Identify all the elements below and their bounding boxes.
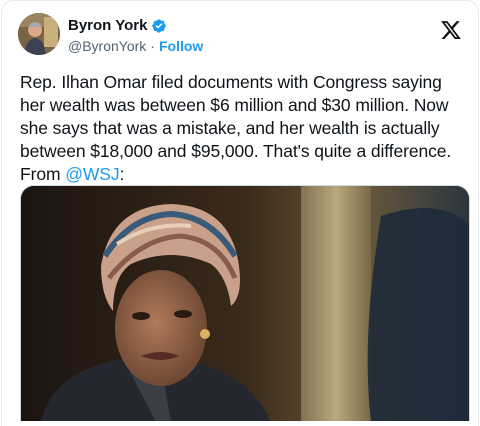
verified-badge-icon (152, 18, 167, 33)
tweet-header: Byron York @ByronYork · Follow (2, 1, 478, 69)
tweet-text-end: : (119, 164, 125, 184)
author-name[interactable]: Byron York (68, 17, 147, 34)
author-name-row: Byron York (68, 17, 167, 34)
author-avatar[interactable] (18, 13, 60, 55)
author-handle-row: @ByronYork · Follow (68, 38, 203, 54)
separator-dot: · (150, 38, 155, 54)
tweet-media-photo[interactable] (20, 185, 470, 421)
tweet-text: Rep. Ilhan Omar filed documents with Con… (20, 71, 468, 186)
author-handle[interactable]: @ByronYork (68, 38, 146, 54)
x-logo-icon[interactable] (440, 19, 462, 41)
mention-link[interactable]: @WSJ (65, 164, 119, 184)
tweet-card[interactable]: Byron York @ByronYork · Follow Rep. Ilha… (1, 0, 479, 426)
follow-button[interactable]: Follow (159, 38, 203, 54)
